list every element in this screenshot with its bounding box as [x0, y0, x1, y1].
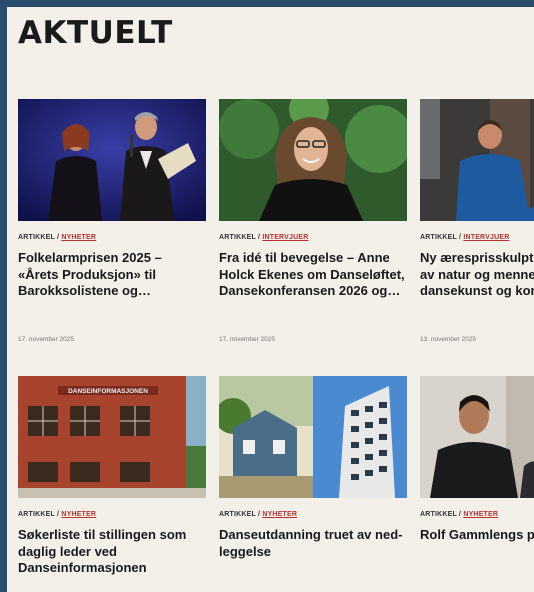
card-category-link[interactable]: NYHETER: [61, 234, 96, 241]
card-image[interactable]: [219, 376, 407, 498]
card-category-link[interactable]: NYHETER: [463, 511, 498, 518]
card-type: ARTIKKEL: [18, 234, 55, 241]
card-image[interactable]: [219, 99, 407, 221]
card-type: ARTIKKEL: [219, 234, 256, 241]
card-headline[interactable]: Fra idé til bevegelse – Anne Holck Ekene…: [219, 250, 409, 300]
card-category-link[interactable]: INTERVJUER: [463, 234, 509, 241]
card-date: 13. november 2025: [420, 336, 477, 343]
news-card[interactable]: ARTIKKEL / NYHETER Folkelarmprisen 2025 …: [18, 99, 206, 300]
news-card[interactable]: DANSEINFORMASJONEN ARTIKKEL / NYHETER Sø…: [18, 376, 206, 577]
news-card[interactable]: ARTIKKEL / INTERVJUER Fra idé til bevege…: [219, 99, 407, 300]
card-image[interactable]: [420, 99, 534, 221]
card-meta: ARTIKKEL / NYHETER: [18, 234, 206, 241]
card-headline[interactable]: Rolf Gammlengs p: [420, 527, 534, 544]
card-image[interactable]: DANSEINFORMASJONEN: [18, 376, 206, 498]
card-category-link[interactable]: NYHETER: [262, 511, 297, 518]
card-type: ARTIKKEL: [219, 511, 256, 518]
card-category-link[interactable]: INTERVJUER: [262, 234, 308, 241]
news-page: AKTUELT ARTIKKEL / NYHETER Folkelarmpris…: [7, 7, 534, 592]
card-headline[interactable]: Danseutdanning truet av ned- leggelse: [219, 527, 409, 560]
card-meta: ARTIKKEL / INTERVJUER: [219, 234, 407, 241]
card-category-link[interactable]: NYHETER: [61, 511, 96, 518]
card-meta: ARTIKKEL / NYHETER: [219, 511, 407, 518]
card-headline[interactable]: Søkerliste til stillingen som daglig led…: [18, 527, 208, 577]
card-image[interactable]: [420, 376, 534, 498]
news-card[interactable]: ARTIKKEL / INTERVJUER Ny æresprisskulpt …: [420, 99, 534, 300]
card-type: ARTIKKEL: [420, 234, 457, 241]
card-date: 17. november 2025: [219, 336, 276, 343]
building-sign-text: DANSEINFORMASJONEN: [68, 388, 148, 395]
card-meta: ARTIKKEL / NYHETER: [18, 511, 206, 518]
card-headline[interactable]: Ny æresprisskulpt av natur og menne dans…: [420, 250, 534, 300]
card-headline[interactable]: Folkelarmprisen 2025 – «Årets Produksjon…: [18, 250, 208, 300]
card-meta: ARTIKKEL / INTERVJUER: [420, 234, 534, 241]
card-type: ARTIKKEL: [18, 511, 55, 518]
card-meta: ARTIKKEL / NYHETER: [420, 511, 534, 518]
news-card[interactable]: ARTIKKEL / NYHETER Rolf Gammlengs p: [420, 376, 534, 544]
card-image[interactable]: [18, 99, 206, 221]
card-date: 17. november 2025: [18, 336, 75, 343]
section-title: AKTUELT: [18, 15, 173, 51]
card-type: ARTIKKEL: [420, 511, 457, 518]
news-card[interactable]: ARTIKKEL / NYHETER Danseutdanning truet …: [219, 376, 407, 560]
